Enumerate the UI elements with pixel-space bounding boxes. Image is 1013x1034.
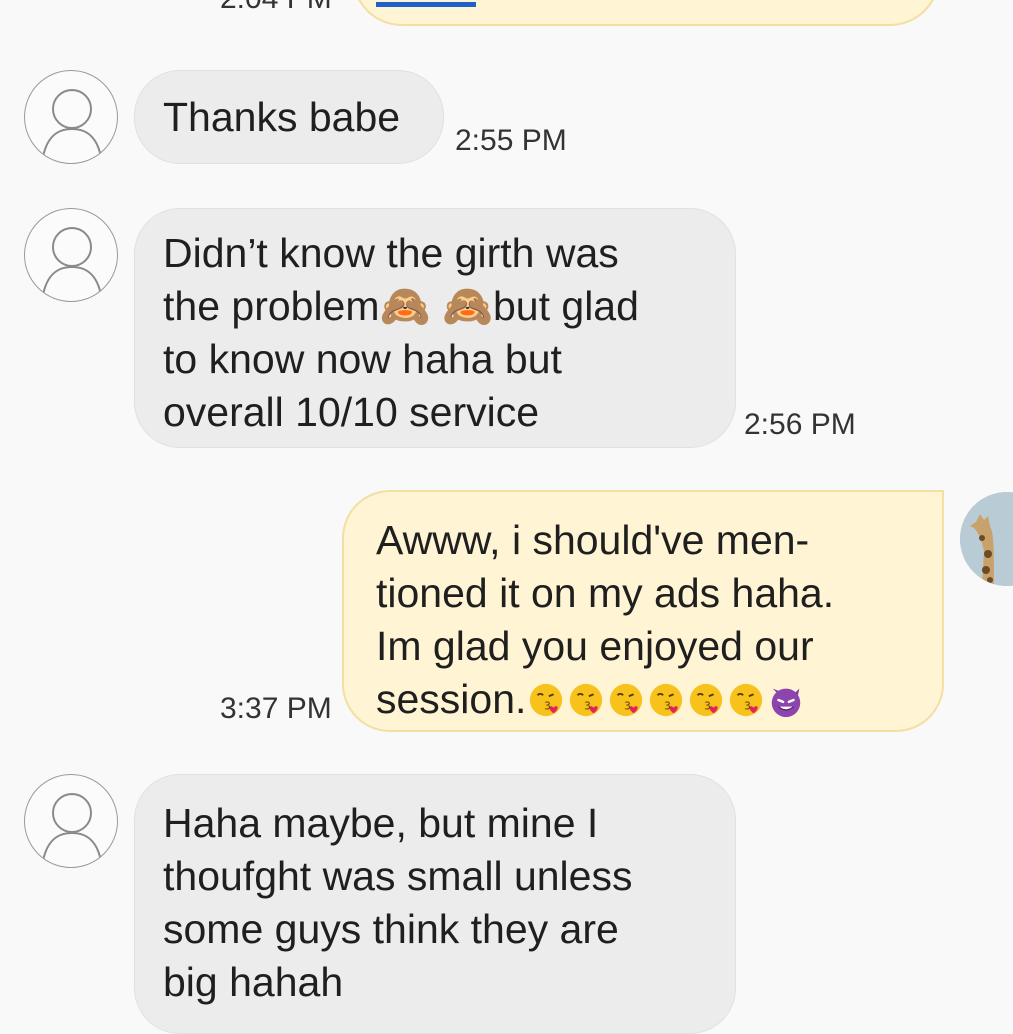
svg-text:3: 3 [705,701,712,713]
kissing-heart-emoji: 3 [690,683,723,717]
kissing-heart-emoji: 3 [650,683,683,717]
message-text: Haha maybe, but mine I thoufght was smal… [163,800,633,1005]
person-placeholder-icon [42,793,102,862]
kissing-heart-emoji: 3 [610,683,643,717]
smiling-imp-emoji [772,688,801,718]
svg-text:3: 3 [625,701,632,713]
svg-text:3: 3 [545,701,552,713]
message-text: Didn’t know the girth was the problem🙈 🙈… [163,230,639,435]
emoji-row: 3 3 3 3 3 3 [526,676,806,722]
contact-avatar[interactable] [24,208,118,302]
message-line: Awww, i should've men- [376,517,810,563]
kissing-heart-emoji: 3 [730,683,763,717]
partial-timestamp: 2:04 PM [220,0,332,16]
link-text[interactable] [376,0,476,7]
svg-text:3: 3 [745,701,752,713]
received-message-bubble[interactable]: Thanks babe [134,70,444,164]
message-line: session. [376,676,527,722]
person-placeholder-icon [42,227,102,296]
kissing-heart-emoji: 3 [530,683,563,717]
message-line: Im glad you enjoyed our [376,623,814,669]
message-timestamp: 2:56 PM [744,408,856,441]
svg-text:3: 3 [585,701,592,713]
kissing-heart-emoji: 3 [570,683,603,717]
contact-avatar[interactable] [24,70,118,164]
my-avatar[interactable] [960,492,1013,586]
person-placeholder-icon [42,89,102,158]
message-timestamp: 2:55 PM [455,124,567,157]
received-message-bubble[interactable]: Didn’t know the girth was the problem🙈 🙈… [134,208,736,448]
sent-message-bubble[interactable]: Awww, i should've men- tioned it on my a… [342,490,944,732]
svg-text:3: 3 [665,701,672,713]
giraffe-icon [960,492,1013,586]
message-line: tioned it on my ads haha. [376,570,835,616]
message-timestamp: 3:37 PM [220,692,332,725]
received-message-bubble[interactable]: Haha maybe, but mine I thoufght was smal… [134,774,736,1034]
contact-avatar[interactable] [24,774,118,868]
partial-sent-bubble[interactable] [352,0,940,26]
message-line-with-emoji: session. 3 3 3 3 3 3 [376,673,942,726]
message-text: Thanks babe [163,94,401,140]
